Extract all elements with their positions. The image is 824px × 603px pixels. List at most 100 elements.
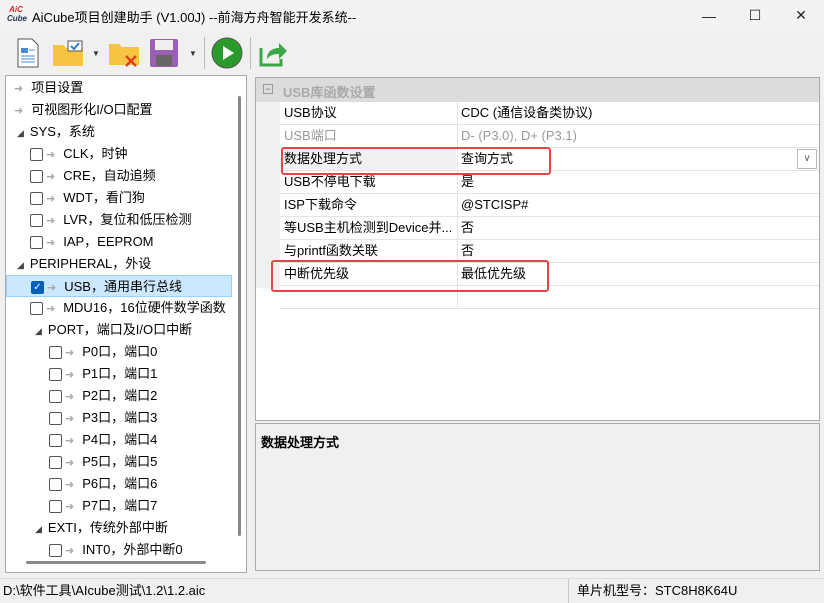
tree-item[interactable]: ➜ CLK，时钟 [6, 143, 232, 165]
export-icon[interactable] [257, 37, 289, 69]
checkbox[interactable] [30, 192, 43, 206]
arrow-icon: ➜ [46, 149, 56, 161]
tree-item[interactable]: ➜ IAP，EEPROM [6, 231, 232, 253]
open-project-icon[interactable] [52, 37, 84, 69]
property-value[interactable]: 否 [461, 217, 474, 239]
tree-item[interactable]: ➜ LVR，复位和低压检测 [6, 209, 232, 231]
arrow-icon: ➜ [65, 457, 75, 469]
project-path: D:\软件工具\AIcube测试\1.2\1.2.aic [3, 583, 206, 598]
checkbox[interactable] [30, 302, 43, 316]
tree-item[interactable]: ➜ P3口，端口3 [6, 407, 232, 429]
tree-item[interactable]: ➜ 可视图形化I/O口配置 [6, 99, 232, 121]
tree-item[interactable]: ➜ MDU16，16位硬件数学函数 [6, 297, 232, 319]
column-divider[interactable] [457, 217, 458, 240]
tree-item[interactable]: ◢ PORT，端口及I/O口中断 [6, 319, 232, 341]
horizontal-scrollbar[interactable] [26, 561, 206, 564]
tree-item[interactable]: ➜ WDT，看门狗 [6, 187, 232, 209]
checkbox[interactable] [49, 390, 62, 404]
checkbox[interactable] [49, 368, 62, 382]
tree-item[interactable]: ➜ P4口，端口4 [6, 429, 232, 451]
expand-triangle-icon[interactable]: ◢ [17, 128, 24, 138]
save-icon[interactable] [148, 37, 180, 69]
run-icon[interactable] [211, 37, 243, 69]
tree-item[interactable]: ➜ P0口，端口0 [6, 341, 232, 363]
tree-item-label: MDU16，16位硬件数学函数 [63, 300, 226, 315]
tree-item[interactable]: ◢ EXTI，传统外部中断 [6, 517, 232, 539]
tree-item[interactable]: ➜ P1口，端口1 [6, 363, 232, 385]
chip-model: 单片机型号：STC8H8K64U [568, 579, 798, 603]
property-value[interactable]: CDC (通信设备类协议) [461, 102, 592, 124]
tree-item-label: 可视图形化I/O口配置 [31, 102, 153, 117]
logo-text-top: AiC [9, 5, 23, 14]
maximize-button[interactable]: ☐ [732, 0, 778, 31]
tree-item[interactable]: ◢ PERIPHERAL，外设 [6, 253, 232, 275]
arrow-icon: ➜ [46, 303, 56, 315]
tree-item[interactable]: ➜ P6口，端口6 [6, 473, 232, 495]
property-category[interactable]: − USB库函数设置 [256, 78, 819, 102]
checkbox[interactable]: ✓ [31, 281, 44, 295]
tree-item-label: LVR，复位和低压检测 [63, 212, 192, 227]
checkbox[interactable] [49, 500, 62, 514]
arrow-icon: ➜ [65, 369, 75, 381]
column-divider[interactable] [457, 194, 458, 217]
tree-item[interactable]: ➜ P2口，端口2 [6, 385, 232, 407]
checkbox[interactable] [49, 346, 62, 360]
property-row[interactable]: 等USB主机检测到Device并... 否 [280, 217, 819, 240]
checkbox[interactable] [49, 544, 62, 558]
tree-item[interactable]: ◢ SYS，系统 [6, 121, 232, 143]
property-name: 与printf函数关联 [284, 243, 378, 258]
tree-item[interactable]: ➜ INT0，外部中断0 [6, 539, 232, 561]
title-bar: AiC Cube AiCube项目创建助手 (V1.00J) --前海方舟智能开发… [0, 0, 824, 31]
open-dropdown-icon[interactable]: ▼ [92, 49, 100, 58]
expand-triangle-icon[interactable]: ◢ [35, 524, 42, 534]
arrow-icon: ➜ [14, 83, 24, 95]
checkbox[interactable] [30, 236, 43, 250]
close-project-icon[interactable] [108, 37, 140, 69]
property-name: 等USB主机检测到Device并... [284, 220, 453, 235]
column-divider[interactable] [457, 125, 458, 148]
collapse-icon[interactable]: − [263, 84, 273, 94]
tree-item-label: 项目设置 [31, 80, 84, 95]
tree-item-label: P0口，端口0 [82, 344, 158, 359]
tree-item[interactable]: ➜ P7口，端口7 [6, 495, 232, 517]
checkbox[interactable] [30, 148, 43, 162]
status-bar: D:\软件工具\AIcube测试\1.2\1.2.aic 单片机型号：STC8H… [0, 578, 824, 603]
tree-item-label: IAP，EEPROM [63, 234, 154, 249]
save-dropdown-icon[interactable]: ▼ [189, 49, 197, 58]
property-row[interactable]: USB协议 CDC (通信设备类协议) [280, 102, 819, 125]
window-title: AiCube项目创建助手 (V1.00J) --前海方舟智能开发系统-- [32, 10, 357, 25]
property-row[interactable]: ISP下载命令 @STCISP# [280, 194, 819, 217]
tree-item-label: INT0，外部中断0 [82, 542, 183, 557]
close-button[interactable]: ✕ [778, 0, 824, 31]
tree-item-label: PORT，端口及I/O口中断 [47, 322, 193, 337]
checkbox[interactable] [30, 170, 43, 184]
vertical-scrollbar[interactable] [238, 96, 241, 536]
arrow-icon: ➜ [46, 215, 56, 227]
arrow-icon: ➜ [65, 413, 75, 425]
tree-item[interactable]: ➜ 项目设置 [6, 77, 232, 99]
tree-item-label: P2口，端口2 [82, 388, 158, 403]
tree-item-label: SYS，系统 [29, 124, 95, 139]
property-value[interactable]: D- (P3.0), D+ (P3.1) [461, 125, 577, 147]
checkbox[interactable] [49, 434, 62, 448]
new-document-icon[interactable] [12, 37, 44, 69]
property-name: USB端口 [284, 128, 337, 143]
checkbox[interactable] [49, 478, 62, 492]
property-value[interactable]: 否 [461, 240, 474, 262]
tree-item[interactable]: ✓ ➜ USB，通用串行总线 [6, 275, 232, 297]
tree-item-label: CLK，时钟 [63, 146, 128, 161]
highlight-box [271, 260, 549, 292]
minimize-button[interactable]: — [686, 0, 732, 31]
dropdown-chevron-icon[interactable]: ∨ [797, 149, 817, 169]
checkbox[interactable] [30, 214, 43, 228]
column-divider[interactable] [457, 102, 458, 125]
expand-triangle-icon[interactable]: ◢ [17, 260, 24, 270]
expand-triangle-icon[interactable]: ◢ [35, 326, 42, 336]
property-row[interactable]: USB端口 D- (P3.0), D+ (P3.1) [280, 125, 819, 148]
tree-item[interactable]: ➜ P5口，端口5 [6, 451, 232, 473]
checkbox[interactable] [49, 412, 62, 426]
checkbox[interactable] [49, 456, 62, 470]
description-panel: 数据处理方式 [255, 423, 820, 571]
property-value[interactable]: @STCISP# [461, 194, 528, 216]
tree-item[interactable]: ➜ CRE，自动追频 [6, 165, 232, 187]
